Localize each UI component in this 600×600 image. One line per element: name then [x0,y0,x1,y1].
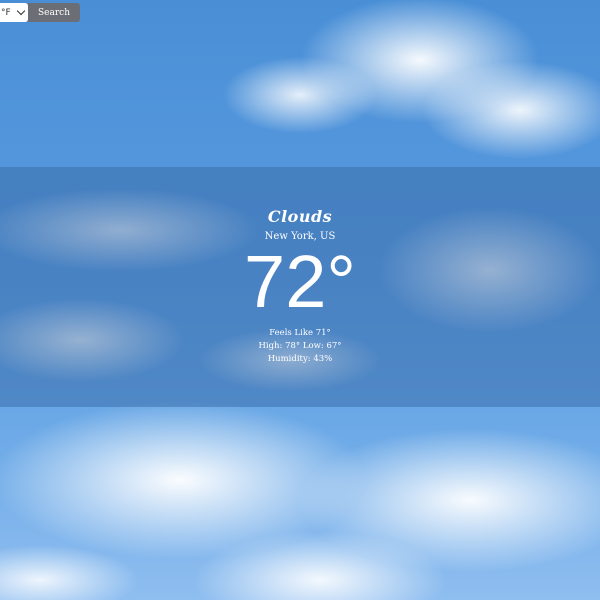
weather-details: Feels Like 71° High: 78° Low: 67° Humidi… [0,327,600,366]
unit-select-value: °F [1,7,11,18]
chevron-down-icon [16,6,26,16]
humidity: Humidity: 43% [267,354,333,364]
search-button[interactable]: Search [28,3,80,22]
search-controls: °F Search [0,3,80,22]
high-low: High: 78° Low: 67° [258,341,342,351]
weather-condition: Clouds [267,207,333,226]
unit-select[interactable]: °F [0,3,28,22]
search-button-label: Search [38,7,70,18]
feels-like: Feels Like 71° [269,328,331,338]
current-temperature: 72° [244,240,356,323]
weather-info-panel: Clouds New York, US 72° Feels Like 71° H… [0,167,600,407]
